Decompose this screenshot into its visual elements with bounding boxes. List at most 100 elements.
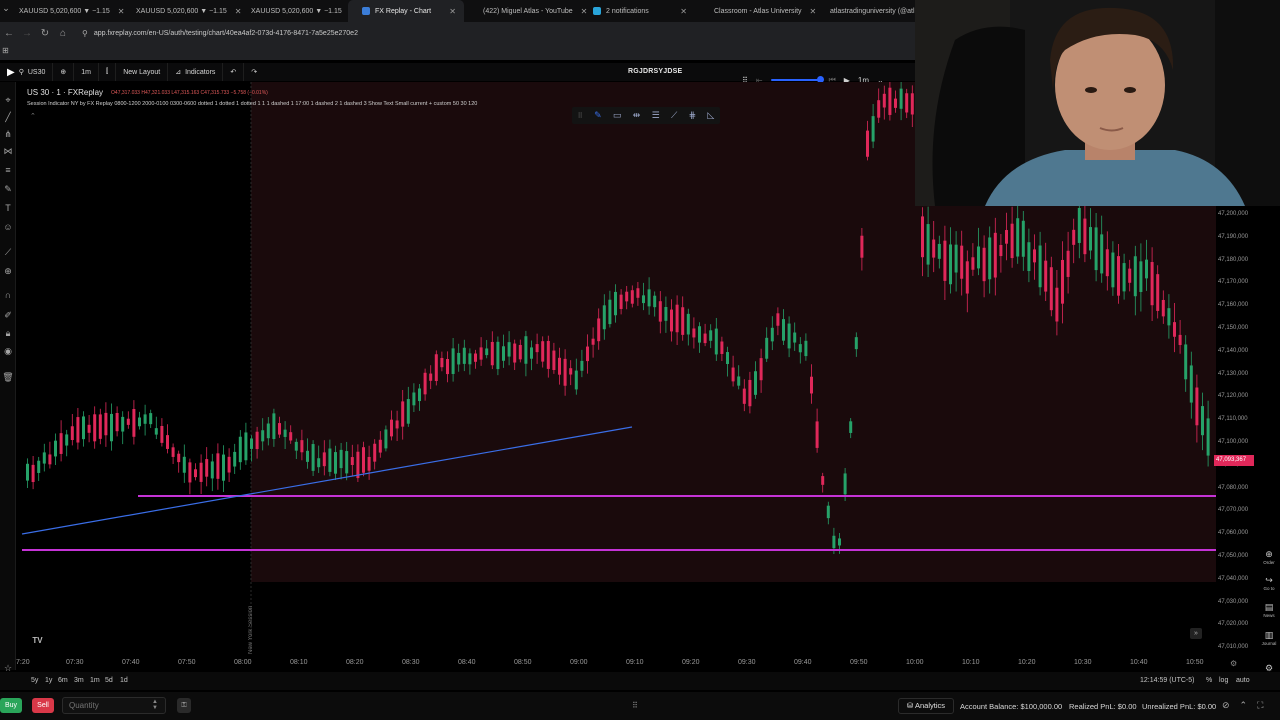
drag-handle-icon[interactable]: ⠿ <box>578 112 583 120</box>
browser-tab[interactable]: XAUUSD 5,020,600 ▼ −1.15✕ <box>117 0 242 22</box>
interval-button[interactable]: 1m <box>74 63 99 81</box>
panel-drag-handle-icon[interactable]: ⠿ <box>632 701 638 710</box>
replay-speed-slider[interactable] <box>770 76 824 83</box>
hide-eye-icon[interactable]: ⊘ <box>1222 700 1230 711</box>
price-tick: 47,080,000 <box>1218 484 1249 491</box>
brush-icon[interactable]: ✎ <box>2 183 14 195</box>
range-1m[interactable]: 1m <box>90 677 100 684</box>
scroll-to-realtime-button[interactable]: » <box>1190 628 1202 639</box>
lock-icon[interactable]: 🔒︎ <box>2 327 14 339</box>
settings-panel-button[interactable]: ⚙ <box>1258 663 1280 674</box>
zoom-icon[interactable]: ⊕ <box>2 265 14 277</box>
browser-tab-active[interactable]: FX Replay - Chart ✕ <box>348 0 464 22</box>
candle-body <box>826 505 830 519</box>
quantity-stepper[interactable]: ▲ ▼ <box>152 699 158 711</box>
buy-button[interactable]: Buy <box>0 698 22 713</box>
candle-body <box>926 224 930 265</box>
search-icon: ⚲ <box>18 69 24 76</box>
line-tool-icon[interactable]: ⟋ <box>671 110 677 121</box>
candle-body <box>384 429 388 449</box>
browser-tab[interactable]: Classroom - Atlas University ✕ <box>695 0 816 22</box>
time-tick: 7:20 <box>16 659 30 666</box>
range-6m[interactable]: 6m <box>58 677 68 684</box>
parallel-channel-icon[interactable]: ☰ <box>652 110 660 121</box>
magnet-icon[interactable]: ∩ <box>2 289 14 301</box>
pencil-lock-icon[interactable]: ✐ <box>2 309 14 321</box>
log-toggle[interactable]: log <box>1219 677 1228 684</box>
chart-type-button[interactable]: ⫿ <box>99 63 117 81</box>
pitchfork-icon[interactable]: ⋔ <box>2 128 14 140</box>
range-5y[interactable]: 5y <box>31 677 38 684</box>
news-panel-button[interactable]: ▤ News <box>1258 602 1280 618</box>
symbol-search[interactable]: ▶ ⚲ US30 <box>0 63 54 81</box>
text-icon[interactable]: T <box>2 202 14 214</box>
emoji-icon[interactable]: ☺ <box>2 221 14 233</box>
range-1d[interactable]: 1d <box>120 677 128 684</box>
fib-extension-icon[interactable]: ⋕ <box>689 110 697 121</box>
candle-body <box>625 291 629 302</box>
candle-body <box>804 340 808 357</box>
add-symbol-button[interactable]: ⊕ <box>53 63 75 81</box>
gann-icon[interactable]: ◺ <box>707 110 714 121</box>
candle-body <box>937 243 941 259</box>
browser-tab[interactable]: (422) Miguel Atlas - YouTube ✕ <box>464 0 587 22</box>
undo-button[interactable]: ↶ <box>223 63 245 81</box>
indicator-legend[interactable]: Session Indicator NY by FX Replay 0800-1… <box>27 101 477 107</box>
reload-icon[interactable]: ↻ <box>36 28 54 39</box>
horizontal-ray-icon[interactable]: ⇹ <box>633 110 641 121</box>
home-icon[interactable]: ⌂ <box>54 28 72 39</box>
collapse-legend-icon[interactable]: ⌃ <box>30 112 36 120</box>
candle-body <box>943 240 947 281</box>
goto-panel-button[interactable]: ↪ Go to <box>1258 575 1280 591</box>
sell-button[interactable]: Sell <box>32 698 54 713</box>
symbol-title[interactable]: US 30 · 1 · FXReplay <box>27 88 103 97</box>
trash-icon[interactable]: 🗑︎ <box>2 371 14 383</box>
brush-icon[interactable]: ✎ <box>594 110 602 121</box>
fullscreen-icon[interactable]: ⛶ <box>1257 700 1263 711</box>
clock[interactable]: 12:14:59 (UTC-5) <box>1140 677 1194 684</box>
browser-tab[interactable]: atlastradinguniversity (@atl <box>811 0 915 22</box>
close-icon[interactable]: ✕ <box>441 7 456 16</box>
axis-settings-icon[interactable]: ⚙ <box>1230 659 1237 668</box>
candle-body <box>250 438 253 449</box>
close-icon[interactable]: ✕ <box>672 7 687 16</box>
cursor-icon[interactable]: ⌖ <box>2 94 14 106</box>
browser-tab[interactable]: XAUUSD 5,020,600 ▼ −1.15✕ <box>232 0 357 22</box>
auto-toggle[interactable]: auto <box>1236 677 1250 684</box>
order-panel-button[interactable]: ⊕ Order <box>1258 549 1280 565</box>
lock-order-icon[interactable]: ⚿ <box>177 698 191 713</box>
quantity-input[interactable] <box>62 697 166 714</box>
price-tick: 47,010,000 <box>1218 644 1249 651</box>
url-field[interactable]: ⚲ app.fxreplay.com/en-US/auth/testing/ch… <box>82 29 358 38</box>
price-tick: 47,020,000 <box>1218 621 1249 628</box>
pattern-icon[interactable]: ⋈ <box>2 145 14 157</box>
site-info-icon[interactable]: ⚲ <box>82 29 88 38</box>
eye-icon[interactable]: ◉ <box>2 345 14 357</box>
collapse-chevron-icon[interactable]: ⌃ <box>1240 700 1248 711</box>
time-tick: 07:30 <box>66 659 84 666</box>
redo-button[interactable]: ↷ <box>244 63 264 81</box>
range-1y[interactable]: 1y <box>45 677 52 684</box>
indicators-button[interactable]: ⊿ Indicators <box>168 63 224 81</box>
interval-label: 1m <box>81 68 91 76</box>
tradingview-logo-icon[interactable]: TV <box>30 634 45 647</box>
percent-toggle[interactable]: % <box>1206 677 1212 684</box>
browser-tab[interactable]: XAUUSD 5,020,600 ▼ −1.15✕ <box>0 0 125 22</box>
ruler-icon[interactable]: ⟋ <box>2 246 14 258</box>
new-layout-button[interactable]: New Layout <box>116 63 169 81</box>
rectangle-icon[interactable]: ▭ <box>613 110 622 121</box>
back-icon[interactable]: ← <box>0 28 18 39</box>
trend-line-icon[interactable]: ╱ <box>2 111 14 123</box>
browser-tab[interactable]: 2 notifications ✕ <box>579 0 695 22</box>
range-3m[interactable]: 3m <box>74 677 84 684</box>
journal-panel-button[interactable]: ▥ Journal <box>1258 630 1280 646</box>
tab-label: 2 notifications <box>606 7 649 15</box>
analytics-button[interactable]: ⛁ Analytics <box>898 698 954 714</box>
forward-icon[interactable]: → <box>18 28 36 39</box>
apps-grid-icon[interactable]: ⊞ <box>2 46 9 55</box>
price-tick: 47,030,000 <box>1218 598 1249 605</box>
fib-icon[interactable]: ≡ <box>2 164 14 176</box>
price-tick: 47,160,000 <box>1218 302 1249 309</box>
time-axis[interactable]: 7:20 07:30 07:40 07:50 08:00 08:10 08:20 08:30 0… <box>16 656 1216 670</box>
range-5d[interactable]: 5d <box>105 677 113 684</box>
